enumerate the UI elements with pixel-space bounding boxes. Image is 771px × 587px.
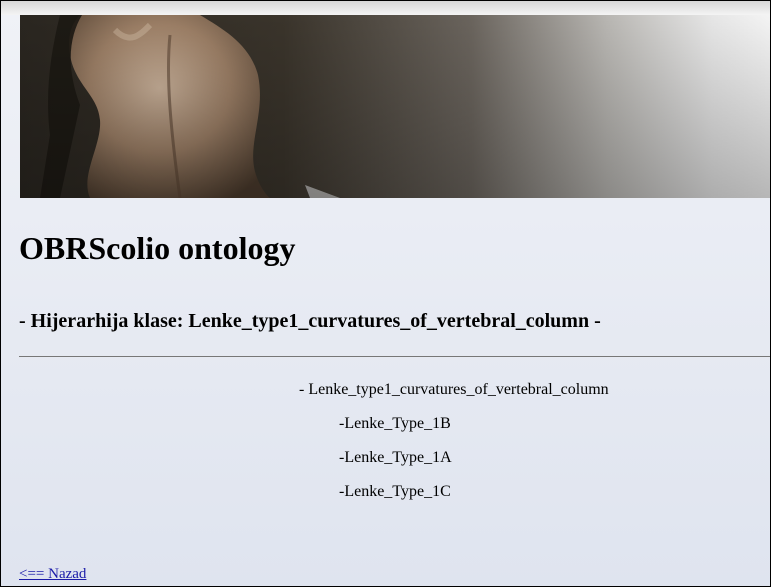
- hierarchy-root: - Lenke_type1_curvatures_of_vertebral_co…: [299, 381, 609, 398]
- class-hierarchy-subtitle: - Hijerarhija klase: Lenke_type1_curvatu…: [19, 310, 601, 332]
- hierarchy-child: -Lenke_Type_1B: [339, 415, 451, 432]
- header-banner-image: [20, 15, 770, 198]
- class-hierarchy-tree: - Lenke_type1_curvatures_of_vertebral_co…: [299, 379, 609, 515]
- page-title: OBRScolio ontology: [19, 230, 296, 266]
- horizontal-divider: [19, 356, 770, 357]
- hierarchy-child: -Lenke_Type_1C: [339, 483, 451, 500]
- hierarchy-child: -Lenke_Type_1A: [339, 449, 452, 466]
- page-frame: OBRScolio ontology - Hijerarhija klase: …: [0, 0, 771, 587]
- back-link[interactable]: <== Nazad: [19, 566, 86, 583]
- window-top-edge: [1, 1, 770, 15]
